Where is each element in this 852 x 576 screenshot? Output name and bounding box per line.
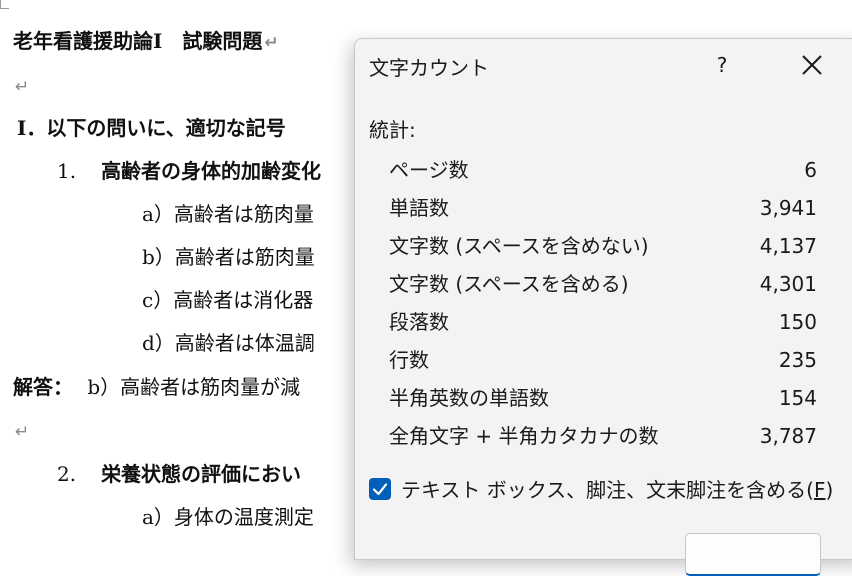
close-dialog-button[interactable] <box>685 533 821 576</box>
q1-option-a: a）高齢者は筋肉量 <box>142 202 314 226</box>
margin-corner-mark <box>0 0 9 9</box>
stat-label: 文字数 (スペースを含める) <box>389 272 629 296</box>
question-2-number: 2. <box>57 462 77 486</box>
answer-text: b）高齢者は筋肉量が減 <box>87 375 301 399</box>
stat-label: ページ数 <box>389 158 469 182</box>
stat-value: 3,941 <box>759 196 817 220</box>
stat-row-fullwidth-chars: 全角文字 + 半角カタカナの数 3,787 <box>389 419 817 453</box>
word-count-dialog: 文字カウント ? 統計: ページ数 6 単語数 3,941 文字数 (スペースを… <box>354 38 852 576</box>
paragraph-mark-icon: ↵ <box>15 77 30 97</box>
q2-option-a: a）身体の温度測定 <box>142 505 314 529</box>
paragraph-mark-icon: ↵ <box>264 33 279 53</box>
document-title: 老年看護援助論Ⅰ 試験問題 ↵ <box>13 29 279 53</box>
question-2: 2. 栄養状態の評価におい <box>57 461 301 487</box>
answer-line: 解答： b）高齢者は筋肉量が減 <box>13 374 300 400</box>
stat-row-words: 単語数 3,941 <box>389 191 817 225</box>
stat-label: 全角文字 + 半角カタカナの数 <box>389 424 659 448</box>
empty-paragraph: ↵ <box>13 417 29 445</box>
empty-paragraph: ↵ <box>13 72 29 100</box>
stat-value: 4,301 <box>759 272 817 296</box>
stat-value: 154 <box>778 386 817 410</box>
answer-label: 解答： <box>13 375 73 399</box>
access-key: F <box>813 478 826 502</box>
close-icon <box>802 55 822 75</box>
checkbox-checked-icon[interactable] <box>369 478 391 500</box>
close-button[interactable] <box>795 50 829 80</box>
question-1-number: 1. <box>57 159 77 183</box>
statistics-label: 統計: <box>369 118 416 142</box>
q1-option-b: b）高齢者は筋肉量 <box>142 245 315 269</box>
question-1-text: 高齢者の身体的加齢変化 <box>101 159 322 183</box>
checkmark-icon <box>372 483 388 496</box>
question-2-text: 栄養状態の評価におい <box>101 462 302 486</box>
stat-row-halfwidth-words: 半角英数の単語数 154 <box>389 381 817 415</box>
stat-row-pages: ページ数 6 <box>389 153 817 187</box>
stat-row-chars-with-spaces: 文字数 (スペースを含める) 4,301 <box>389 267 817 301</box>
stat-label: 行数 <box>389 348 429 372</box>
checkbox-label[interactable]: テキスト ボックス、脚注、文末脚注を含める(F) <box>401 475 833 505</box>
q1-option-c: c）高齢者は消化器 <box>142 288 314 312</box>
stat-row-paragraphs: 段落数 150 <box>389 305 817 339</box>
stat-value: 3,787 <box>759 424 817 448</box>
q1-option-d: d）高齢者は体温調 <box>142 331 315 355</box>
stat-label: 文字数 (スペースを含めない) <box>389 234 649 258</box>
stat-value: 6 <box>804 158 817 182</box>
stat-row-lines: 行数 235 <box>389 343 817 377</box>
stat-label: 半角英数の単語数 <box>389 386 549 410</box>
stat-value: 150 <box>778 310 817 334</box>
question-1: 1. 高齢者の身体的加齢変化 <box>57 158 321 184</box>
stat-label: 単語数 <box>389 196 449 220</box>
stat-value: 4,137 <box>759 234 817 258</box>
stat-label: 段落数 <box>389 310 449 334</box>
paragraph-mark-icon: ↵ <box>15 422 30 442</box>
stat-row-chars-no-spaces: 文字数 (スペースを含めない) 4,137 <box>389 229 817 263</box>
section-heading: Ⅰ．以下の問いに、適切な記号 <box>17 116 286 140</box>
help-button[interactable]: ? <box>707 50 737 80</box>
dialog-title: 文字カウント <box>369 56 489 80</box>
stat-value: 235 <box>778 348 817 372</box>
